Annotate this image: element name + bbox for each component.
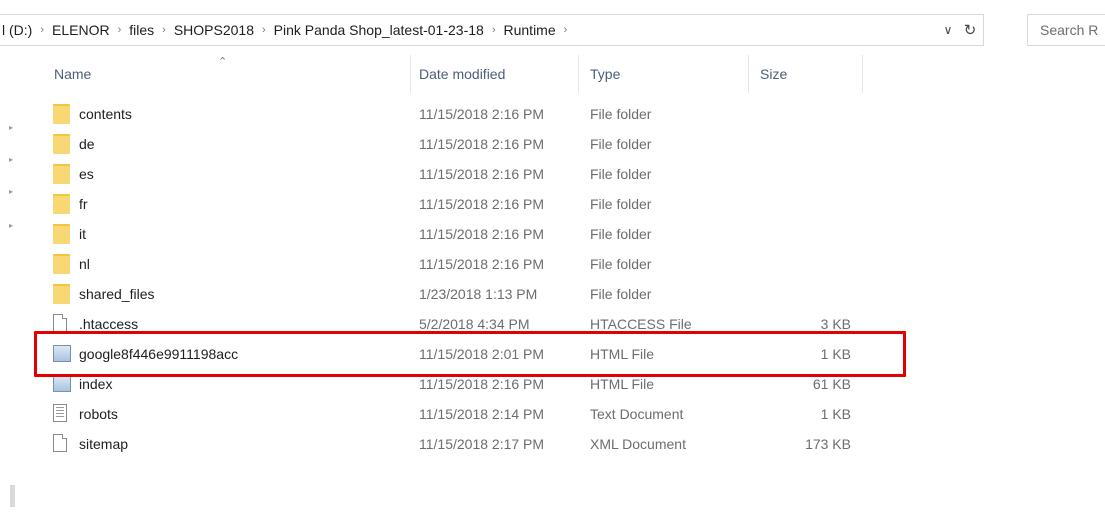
refresh-icon[interactable]: ↻ (957, 21, 983, 39)
file-size (750, 279, 851, 309)
file-type: File folder (590, 136, 652, 152)
folder-icon (53, 284, 70, 304)
breadcrumb-runtime[interactable]: Runtime (502, 22, 558, 38)
file-row[interactable]: es 11/15/2018 2:16 PM File folder (0, 159, 1105, 189)
file-type: File folder (590, 106, 652, 122)
file-type: File folder (590, 196, 652, 212)
file-list: contents 11/15/2018 2:16 PM File folder de 1… (0, 99, 1105, 459)
file-name[interactable]: de (79, 129, 95, 159)
folder-icon (53, 164, 70, 184)
folder-icon (53, 254, 70, 274)
file-icon (53, 314, 67, 332)
folder-icon (53, 194, 70, 214)
highlight-box (34, 331, 906, 377)
breadcrumb: l (D:) › ELENOR › files › SHOPS2018 › Pi… (0, 22, 573, 38)
file-name[interactable]: it (79, 219, 86, 249)
breadcrumb-pink-panda-shop[interactable]: Pink Panda Shop_latest-01-23-18 (272, 22, 486, 38)
column-header-row: ⌃ Name Date modified Type Size (0, 55, 1105, 93)
file-date-modified: 11/15/2018 2:14 PM (419, 406, 545, 422)
folder-icon (53, 134, 70, 154)
search-placeholder: Search R (1040, 22, 1099, 38)
file-icon (53, 434, 67, 452)
file-date-modified: 11/15/2018 2:17 PM (419, 436, 545, 452)
file-size (750, 159, 851, 189)
file-date-modified: 11/15/2018 2:16 PM (419, 226, 545, 242)
file-row[interactable]: it 11/15/2018 2:16 PM File folder (0, 219, 1105, 249)
folder-icon (53, 104, 70, 124)
file-name[interactable]: fr (79, 189, 88, 219)
file-row[interactable]: contents 11/15/2018 2:16 PM File folder (0, 99, 1105, 129)
file-row[interactable]: sitemap 11/15/2018 2:17 PM XML Document 173… (0, 429, 1105, 459)
file-name[interactable]: contents (79, 99, 132, 129)
file-date-modified: 11/15/2018 2:16 PM (419, 166, 545, 182)
file-type: File folder (590, 226, 652, 242)
file-name[interactable]: sitemap (79, 429, 128, 459)
address-bar[interactable]: l (D:) › ELENOR › files › SHOPS2018 › Pi… (0, 14, 984, 46)
file-size (750, 99, 851, 129)
breadcrumb-separator-icon[interactable]: › (34, 24, 50, 36)
file-size (750, 189, 851, 219)
column-header-size[interactable]: Size (760, 55, 787, 93)
file-type: Text Document (590, 406, 684, 422)
column-header-date[interactable]: Date modified (419, 55, 505, 93)
column-header-type[interactable]: Type (590, 55, 620, 93)
file-size (750, 219, 851, 249)
breadcrumb-separator-icon[interactable]: › (112, 24, 128, 36)
column-divider[interactable] (748, 55, 749, 93)
file-date-modified: 11/15/2018 2:16 PM (419, 256, 545, 272)
file-row[interactable]: fr 11/15/2018 2:16 PM File folder (0, 189, 1105, 219)
nav-pane-scrollbar[interactable] (10, 485, 15, 507)
search-input[interactable]: Search R (1027, 14, 1105, 46)
file-name[interactable]: nl (79, 249, 90, 279)
html-file-icon (53, 375, 71, 392)
breadcrumb-separator-icon[interactable]: › (156, 24, 172, 36)
file-row[interactable]: de 11/15/2018 2:16 PM File folder (0, 129, 1105, 159)
file-size (750, 129, 851, 159)
breadcrumb-shops2018[interactable]: SHOPS2018 (172, 22, 256, 38)
file-date-modified: 11/15/2018 2:16 PM (419, 106, 545, 122)
file-type: File folder (590, 166, 652, 182)
breadcrumb-separator-icon[interactable]: › (558, 24, 574, 36)
column-divider[interactable] (410, 55, 411, 93)
text-file-icon (53, 404, 67, 422)
file-size: 1 KB (820, 406, 851, 422)
file-row[interactable]: shared_files 1/23/2018 1:13 PM File folder (0, 279, 1105, 309)
column-divider[interactable] (862, 55, 863, 93)
breadcrumb-files[interactable]: files (127, 22, 156, 38)
breadcrumb-elenor[interactable]: ELENOR (50, 22, 112, 38)
column-divider[interactable] (578, 55, 579, 93)
file-size: 173 KB (805, 436, 851, 452)
file-date-modified: 1/23/2018 1:13 PM (419, 286, 538, 302)
file-date-modified: 11/15/2018 2:16 PM (419, 196, 545, 212)
file-name[interactable]: robots (79, 399, 118, 429)
sort-ascending-icon: ⌃ (218, 56, 228, 68)
file-row[interactable]: robots 11/15/2018 2:14 PM Text Document 1 K… (0, 399, 1105, 429)
breadcrumb-drive[interactable]: l (D:) (0, 22, 34, 38)
column-header-name[interactable]: Name (54, 55, 91, 93)
file-name[interactable]: es (79, 159, 94, 189)
file-size (750, 249, 851, 279)
breadcrumb-separator-icon[interactable]: › (486, 24, 502, 36)
folder-icon (53, 224, 70, 244)
history-dropdown-icon[interactable]: ∨ (939, 23, 957, 37)
breadcrumb-separator-icon[interactable]: › (256, 24, 272, 36)
file-date-modified: 11/15/2018 2:16 PM (419, 136, 545, 152)
file-type: XML Document (590, 436, 686, 452)
file-type: File folder (590, 256, 652, 272)
file-type: File folder (590, 286, 652, 302)
file-row[interactable]: nl 11/15/2018 2:16 PM File folder (0, 249, 1105, 279)
file-name[interactable]: shared_files (79, 279, 155, 309)
